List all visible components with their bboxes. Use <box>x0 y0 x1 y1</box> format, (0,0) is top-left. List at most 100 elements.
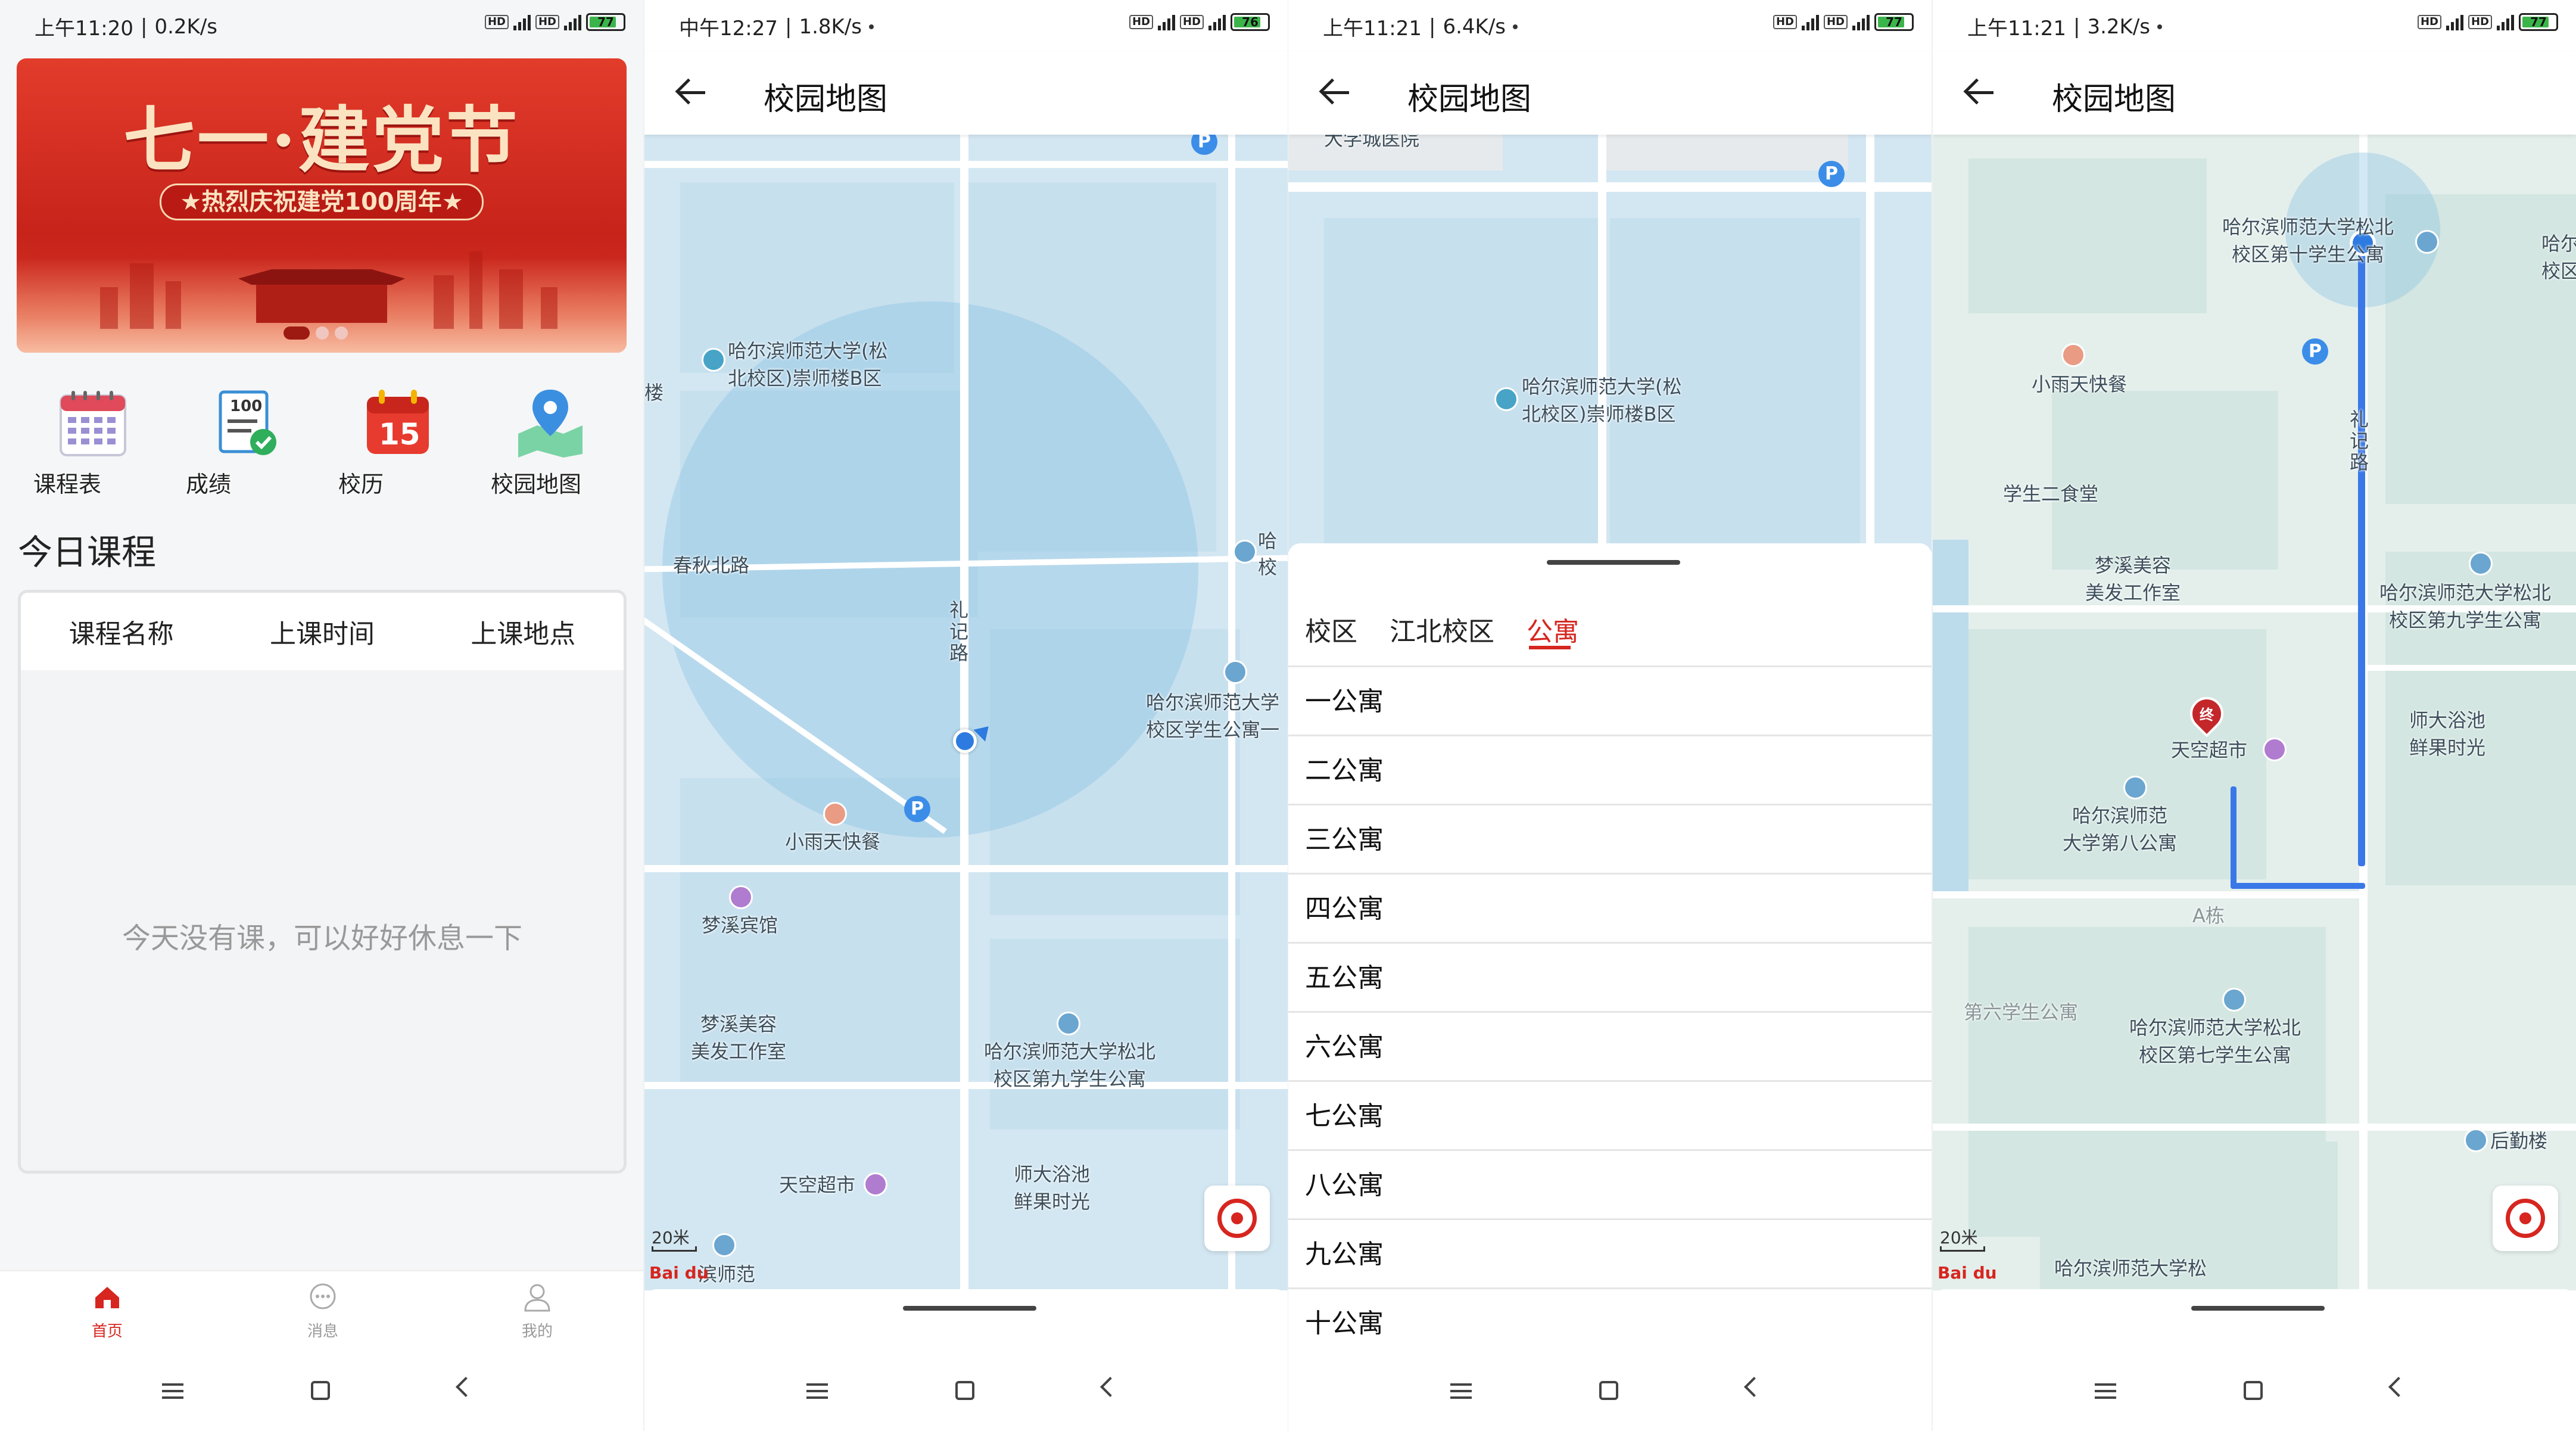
poi-label[interactable]: 梦溪美容 美发工作室 <box>2085 552 2181 606</box>
feature-grid: 课程表 100 成绩 15 校历 校园地图 <box>17 387 627 506</box>
list-item[interactable]: 六公寓 <box>1288 1011 1932 1080</box>
poi-label[interactable]: 哈尔滨师范大学(松 北校区)崇师楼B区 <box>728 337 888 392</box>
dorm-icon[interactable] <box>2222 988 2246 1012</box>
home-button[interactable] <box>1599 1381 1618 1400</box>
drag-handle[interactable] <box>2191 1306 2325 1311</box>
poi-label[interactable]: 师大浴池 鲜果时光 <box>1014 1161 1090 1215</box>
calendar-15-icon: 15 <box>362 387 434 459</box>
dorm-icon[interactable] <box>712 1233 736 1257</box>
poi-label[interactable]: 哈尔滨师范大学松北 校区第九学生公寓 <box>2379 579 2551 634</box>
list-item[interactable]: 一公寓 <box>1288 665 1932 735</box>
grid-item-grades[interactable]: 100 成绩 <box>186 387 305 497</box>
poi-label: 哈尔 校区 <box>2541 232 2576 282</box>
building-icon[interactable] <box>2464 1128 2488 1152</box>
tab-profile[interactable]: 我的 <box>502 1282 573 1341</box>
dorm-icon[interactable] <box>1233 540 1257 564</box>
back-arrow-icon[interactable] <box>1964 76 1996 108</box>
bottom-sheet-collapsed[interactable] <box>1933 1289 2576 1355</box>
recents-button[interactable] <box>806 1383 828 1399</box>
banner-pager[interactable] <box>284 326 348 340</box>
tab-messages[interactable]: 消息 <box>287 1282 359 1341</box>
bottom-sheet-collapsed[interactable] <box>644 1289 1288 1355</box>
poi-label[interactable]: 梦溪宾馆 <box>702 912 778 939</box>
status-time: 上午11:21 <box>1967 17 2066 41</box>
tab-campus[interactable]: 校区 <box>1305 610 1357 648</box>
poi-label[interactable]: 哈尔滨师范大学(松 北校区)崇师楼B区 <box>1522 373 1682 428</box>
map-view[interactable]: 哈尔滨师范大学(松 北校区)崇师楼B区 春秋北路 礼 记 路 楼 哈 校 哈尔滨… <box>644 135 1288 1290</box>
campus-poi-icon[interactable] <box>702 348 725 372</box>
shop-icon[interactable] <box>2263 738 2287 761</box>
hotel-icon[interactable] <box>729 885 753 909</box>
poi-label[interactable]: 小雨天快餐 <box>2032 371 2127 398</box>
signal-icon <box>564 14 581 30</box>
poi-label[interactable]: 学生二食堂 <box>2003 480 2098 508</box>
road-label: 春秋北路 <box>673 554 750 577</box>
party-day-banner[interactable]: 七一·建党节 ★热烈庆祝建党100周年★ <box>17 58 627 353</box>
back-button[interactable] <box>1744 1377 1764 1397</box>
dorm-icon[interactable] <box>2123 776 2147 800</box>
recents-button[interactable] <box>1450 1383 1472 1399</box>
grid-item-schedule[interactable]: 课程表 <box>33 387 152 497</box>
poi-label[interactable]: 哈尔滨师范大学松北 校区第九学生公寓 <box>984 1038 1155 1093</box>
dorm-icon[interactable] <box>2415 230 2439 254</box>
road-liji <box>960 135 968 1290</box>
parking-icon[interactable]: P <box>904 796 930 822</box>
water-area <box>1933 540 1968 897</box>
locate-button[interactable] <box>1204 1186 1270 1251</box>
list-item[interactable]: 三公寓 <box>1288 804 1932 873</box>
back-button[interactable] <box>1100 1377 1120 1397</box>
poi-label[interactable]: 天空超市 <box>2171 736 2247 764</box>
poi-label[interactable]: 哈尔滨师范 大学第八公寓 <box>2063 802 2177 857</box>
restaurant-icon[interactable] <box>823 802 847 826</box>
back-arrow-icon[interactable] <box>1319 76 1351 108</box>
drag-handle[interactable] <box>1547 560 1680 565</box>
locate-button[interactable] <box>2493 1186 2558 1251</box>
home-button[interactable] <box>311 1381 330 1400</box>
back-button[interactable] <box>456 1377 476 1397</box>
dorm-icon[interactable] <box>2469 552 2493 575</box>
back-arrow-icon[interactable] <box>675 76 708 108</box>
dorm-icon[interactable] <box>1223 660 1247 684</box>
campus-poi-icon[interactable] <box>1494 387 1518 411</box>
poi-label[interactable]: 小雨天快餐 <box>785 828 880 856</box>
course-table-header: 课程名称 上课时间 上课地点 <box>21 593 624 670</box>
dorm-icon[interactable] <box>1057 1012 1080 1035</box>
status-bar: 上午11:20 | 0.2K/s HD HD 77 <box>0 0 643 51</box>
back-button[interactable] <box>2388 1377 2409 1397</box>
poi-label[interactable]: 哈尔滨师范大学松北 校区第七学生公寓 <box>2129 1014 2301 1069</box>
home-button[interactable] <box>2244 1381 2263 1400</box>
route-segment <box>2358 229 2365 866</box>
poi-label[interactable]: 后勤楼 <box>2490 1127 2547 1155</box>
map-view[interactable]: 大学城医院 P 哈尔滨师范大学(松 北校区)崇师楼B区 <box>1288 135 1932 552</box>
parking-icon[interactable]: P <box>2302 338 2328 365</box>
list-item[interactable]: 七公寓 <box>1288 1080 1932 1149</box>
tab-home[interactable]: 首页 <box>71 1282 143 1341</box>
recents-button[interactable] <box>2095 1383 2116 1399</box>
list-item[interactable]: 九公寓 <box>1288 1218 1932 1287</box>
map-view[interactable]: 哈尔滨师范大学松北 校区第十学生公寓 哈尔 校区 P 小雨天快餐 礼 记 路 学… <box>1933 135 2576 1290</box>
poi-label[interactable]: 师大浴池 鲜果时光 <box>2409 707 2485 761</box>
home-button[interactable] <box>955 1381 974 1400</box>
battery-icon: 76 <box>1231 13 1270 31</box>
poi-label[interactable]: 哈尔滨师范大学松北 校区第十学生公寓 <box>2222 213 2394 268</box>
shop-icon[interactable] <box>864 1172 887 1196</box>
list-item[interactable]: 八公寓 <box>1288 1149 1932 1218</box>
list-item[interactable]: 十公寓 <box>1288 1287 1932 1357</box>
parking-icon[interactable]: P <box>1818 161 1845 187</box>
grid-item-calendar[interactable]: 15 校历 <box>338 387 457 497</box>
list-item[interactable]: 四公寓 <box>1288 873 1932 942</box>
list-item[interactable]: 二公寓 <box>1288 735 1932 804</box>
tab-dorms[interactable]: 公寓 <box>1527 610 1579 649</box>
poi-label[interactable]: 梦溪美容 美发工作室 <box>691 1010 786 1065</box>
drag-handle[interactable] <box>903 1306 1036 1311</box>
list-item[interactable]: 五公寓 <box>1288 942 1932 1011</box>
recents-button[interactable] <box>162 1383 183 1399</box>
restaurant-icon[interactable] <box>2061 343 2085 367</box>
grid-item-campus-map[interactable]: 校园地图 <box>491 387 610 497</box>
battery-level: 77 <box>597 15 614 29</box>
parking-icon[interactable]: P <box>1191 135 1217 155</box>
road <box>1933 891 2362 898</box>
tab-jiangbei[interactable]: 江北校区 <box>1390 610 1494 648</box>
poi-label[interactable]: 天空超市 <box>779 1171 855 1199</box>
poi-label[interactable]: 哈尔滨师范大学 校区学生公寓一 <box>1146 689 1279 744</box>
